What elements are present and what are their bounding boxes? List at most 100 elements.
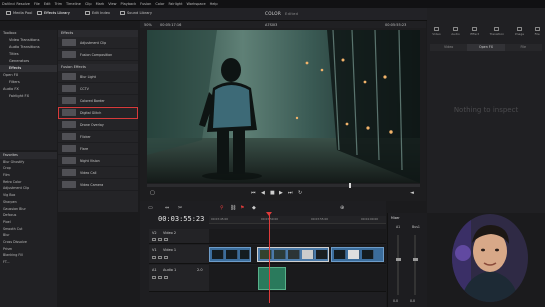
video-clip[interactable] [331,247,384,262]
effects-tree-item[interactable]: Toolbox [0,30,57,37]
effects-tree-item[interactable]: Filters [0,79,57,86]
effects-tree-item[interactable]: Titles [0,51,57,58]
blade-tool-icon[interactable]: ✂ [178,205,182,211]
menu-item[interactable]: View [108,2,116,6]
favorite-item[interactable]: Blur Ghostify [0,159,57,166]
inspector-tab[interactable]: Transition [490,27,504,41]
stop-icon[interactable]: ■ [270,190,275,196]
favorite-item[interactable]: Prism [0,246,57,253]
favorite-item[interactable]: Vig Box [0,192,57,199]
effects-tree-item[interactable]: Effects [0,65,57,72]
favorite-item[interactable]: Blanking Fill [0,252,57,259]
toggle-track-icon[interactable] [164,238,168,241]
zoom-level[interactable]: 50% [144,23,152,27]
effect-item[interactable]: Digital Glitch [58,107,138,119]
inspector-subtab[interactable]: Open FX [467,44,505,51]
menu-item[interactable]: Playback [121,2,137,6]
effect-item[interactable]: Flicker [58,131,138,143]
inspector-tab[interactable]: File [535,27,540,41]
inspector-tab[interactable]: Image [515,27,524,41]
favorite-item[interactable]: Retro Color [0,179,57,186]
flag-icon[interactable]: ⚑ [240,205,244,211]
effect-item[interactable]: Video Camera [58,179,138,191]
playhead-handle[interactable] [266,212,272,216]
favorite-item[interactable]: Smooth Cut [0,226,57,233]
favorite-item[interactable]: Adjustment Clip [0,185,57,192]
snapping-icon[interactable]: ⚲ [220,205,224,211]
effects-library-button[interactable]: Effects Library [37,11,70,15]
fader-bus1[interactable] [412,258,418,261]
solo-icon[interactable] [158,276,162,279]
effects-tree-item[interactable]: Audio FX [0,86,57,93]
favorite-item[interactable]: FT... [0,259,57,266]
zoom-icon[interactable]: ⊕ [340,205,344,211]
lane-a1[interactable] [209,265,386,292]
favorite-item[interactable]: Defocus [0,212,57,219]
media-pool-button[interactable]: Media Pool [6,11,32,15]
toggle-track-icon[interactable] [164,256,168,259]
fader-a1[interactable] [395,258,401,261]
inspector-subtab[interactable]: Video [430,44,468,51]
auto-select-icon[interactable] [158,256,162,259]
menu-item[interactable]: Fusion [140,2,151,6]
favorite-item[interactable]: Blur [0,232,57,239]
play-reverse-icon[interactable]: ◀ [261,190,265,196]
lock-icon[interactable] [152,256,156,259]
mute-icon[interactable] [164,276,168,279]
menu-item[interactable]: DaVinci Resolve [2,2,30,6]
jump-start-icon[interactable]: ⏮ [251,190,256,196]
lock-icon[interactable] [152,276,156,279]
viewer-scrubber[interactable] [147,183,420,188]
menu-item[interactable]: Edit [44,2,51,6]
audio-icon[interactable]: ◄ [410,190,414,196]
sound-library-button[interactable]: Sound Library [120,11,152,15]
inspector-tab[interactable]: Effect [470,27,479,41]
timeline-ruler[interactable]: 00:03:45:0000:03:50:0000:03:55:0000:04:0… [209,216,386,224]
effects-tree-item[interactable]: Video Transitions [0,37,57,44]
play-icon[interactable]: ▶ [279,190,283,196]
trim-tool-icon[interactable]: ⇔ [165,205,169,211]
menu-item[interactable]: Workspace [187,2,206,6]
favorite-item[interactable]: Pixel [0,219,57,226]
menu-item[interactable]: Timeline [66,2,81,6]
menu-item[interactable]: Help [210,2,218,6]
effects-tree-item[interactable]: Fairlight FX [0,93,57,100]
favorite-item[interactable]: Film [0,172,57,179]
marker-icon[interactable]: ◆ [252,205,256,211]
menu-item[interactable]: File [34,2,40,6]
effect-item[interactable]: Video Call [58,167,138,179]
menu-item[interactable]: Mark [96,2,105,6]
effect-item[interactable]: Blur Light [58,71,138,83]
edit-index-button[interactable]: Edit Index [85,11,110,15]
effect-item[interactable]: Colored Border [58,95,138,107]
selection-tool-icon[interactable]: ▭ [148,205,153,211]
lane-v1[interactable] [209,245,386,264]
effect-item[interactable]: Drone Overlay [58,119,138,131]
lock-icon[interactable] [152,238,156,241]
selected-video-clip[interactable] [257,247,329,262]
audio-clip[interactable] [258,267,286,290]
auto-select-icon[interactable] [158,238,162,241]
effects-tree-item[interactable]: Generators [0,58,57,65]
menu-item[interactable]: Color [155,2,164,6]
link-icon[interactable]: ⛓ [230,205,236,211]
effect-item[interactable]: CCTV [58,83,138,95]
favorite-item[interactable]: Sharpen [0,199,57,206]
favorite-item[interactable]: Gaussian Blur [0,206,57,213]
menu-item[interactable]: Trim [55,2,62,6]
favorite-item[interactable]: Crop [0,165,57,172]
inspector-tab[interactable]: Audio [451,27,460,41]
effect-item[interactable]: Night Vision [58,155,138,167]
favorite-item[interactable]: Cross Dissolve [0,239,57,246]
inspector-tab[interactable]: Video [432,27,441,41]
effect-item[interactable]: Adjustment Clip [58,37,138,49]
video-clip[interactable] [209,247,251,262]
menu-item[interactable]: Clip [85,2,92,6]
inspector-subtab[interactable]: File [504,44,542,51]
effects-tree-item[interactable]: Open FX [0,72,57,79]
viewer-options-icon[interactable]: ▢ [150,190,155,196]
loop-icon[interactable]: ↻ [298,190,302,196]
effect-item[interactable]: Fusion Composition [58,49,138,61]
effects-tree-item[interactable]: Audio Transitions [0,44,57,51]
jump-end-icon[interactable]: ⏭ [288,190,293,196]
